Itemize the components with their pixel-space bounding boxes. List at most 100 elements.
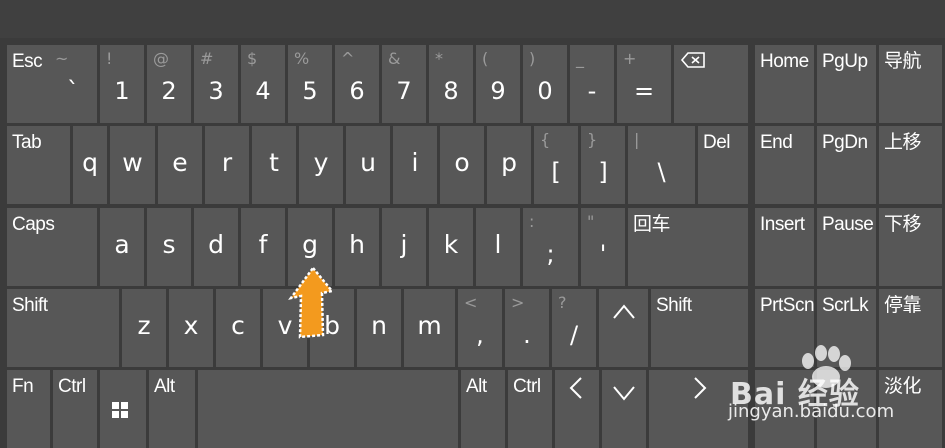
key-7[interactable]: & 7 (382, 45, 426, 123)
key-scrlk[interactable]: ScrLk (817, 289, 876, 367)
key-f[interactable]: f (241, 208, 285, 286)
key-fade[interactable]: 淡化 (879, 370, 942, 448)
key-shift-char: # (200, 49, 214, 68)
key-w[interactable]: w (110, 126, 155, 204)
key-nav-4-0[interactable] (755, 370, 814, 448)
key-y[interactable]: y (299, 126, 343, 204)
key-del[interactable]: Del (698, 126, 748, 204)
key-move-up[interactable]: 上移 (879, 126, 942, 204)
key-pause[interactable]: Pause (817, 208, 876, 286)
key-shift-char: ) (529, 49, 536, 68)
key-period[interactable]: >. (505, 289, 549, 367)
key-nav[interactable]: 导航 (879, 45, 942, 123)
key-nav-4-1[interactable] (817, 370, 876, 448)
key-3[interactable]: #3 (194, 45, 238, 123)
key-m[interactable]: m (404, 289, 455, 367)
key-5[interactable]: % 5 (288, 45, 332, 123)
key-o[interactable]: o (440, 126, 484, 204)
key-n[interactable]: n (357, 289, 401, 367)
key-char: d (208, 230, 224, 259)
key-l[interactable]: l (476, 208, 520, 286)
key-fn[interactable]: Fn (7, 370, 50, 448)
key-char: 9 (490, 77, 506, 105)
key-right-alt[interactable]: Alt (461, 370, 505, 448)
key-label: PgDn (822, 132, 868, 153)
key-char: u (360, 148, 376, 177)
key-0[interactable]: ) 0 (523, 45, 567, 123)
key-t[interactable]: t (252, 126, 296, 204)
key-comma[interactable]: <, (458, 289, 502, 367)
key-p[interactable]: p (487, 126, 531, 204)
key-k[interactable]: k (429, 208, 473, 286)
key-semicolon[interactable]: :; (523, 208, 578, 286)
key-right-bracket[interactable]: }] (581, 126, 625, 204)
key-shift-char: { (540, 130, 551, 149)
key-h[interactable]: h (335, 208, 379, 286)
key-backtick[interactable]: ~ ` (49, 45, 97, 123)
key-slash[interactable]: ? / (552, 289, 596, 367)
key-left-ctrl[interactable]: Ctrl (53, 370, 97, 448)
key-left-bracket[interactable]: {[ (534, 126, 578, 204)
key-1[interactable]: ! 1 (100, 45, 144, 123)
key-row1-14[interactable] (674, 45, 748, 123)
key-char: . (523, 321, 531, 349)
key-j[interactable]: j (382, 208, 426, 286)
key-r[interactable]: r (205, 126, 249, 204)
key-pgup[interactable]: PgUp (817, 45, 876, 123)
key-d[interactable]: d (194, 208, 238, 286)
key-label: 回车 (633, 214, 671, 235)
key-a[interactable]: a (100, 208, 144, 286)
key-dock[interactable]: 停靠 (879, 289, 942, 367)
key-left-shift[interactable]: Shift (7, 289, 119, 367)
key-label: 上移 (884, 132, 922, 153)
key-home[interactable]: Home (755, 45, 814, 123)
key-6[interactable]: ^ 6 (335, 45, 379, 123)
key-pgdn[interactable]: PgDn (817, 126, 876, 204)
key-shift-char: @ (153, 49, 169, 68)
key-char: z (137, 311, 151, 340)
key-right-ctrl[interactable]: Ctrl (508, 370, 552, 448)
key-space[interactable] (198, 370, 458, 448)
key-8[interactable]: * 8 (429, 45, 473, 123)
key-4[interactable]: $4 (241, 45, 285, 123)
key-e[interactable]: e (158, 126, 202, 204)
key-left-alt[interactable]: Alt (149, 370, 195, 448)
key-x[interactable]: x (169, 289, 213, 367)
key-enter[interactable]: 回车 (628, 208, 748, 286)
key-arrow-right[interactable] (649, 370, 748, 448)
key-prtscn[interactable]: PrtScn (755, 289, 815, 367)
key-shift-char: ? (558, 293, 567, 312)
key-char: [ (551, 158, 561, 186)
key-i[interactable]: i (393, 126, 437, 204)
key-s[interactable]: s (147, 208, 191, 286)
key-arrow-up[interactable] (599, 289, 648, 367)
key-9[interactable]: (9 (476, 45, 520, 123)
key-z[interactable]: z (122, 289, 166, 367)
key-arrow-left[interactable] (555, 370, 599, 448)
key-char: e (172, 148, 188, 177)
key-char: 5 (302, 77, 318, 105)
key-q[interactable]: q (73, 126, 107, 204)
key-right-shift[interactable]: Shift (651, 289, 748, 367)
key-minus[interactable]: _ - (570, 45, 614, 123)
key-quote[interactable]: " ' (581, 208, 625, 286)
key-tab[interactable]: Tab (7, 126, 70, 204)
key-shift-char: : (529, 212, 535, 231)
key-2[interactable]: @2 (147, 45, 191, 123)
key-move-down[interactable]: 下移 (879, 208, 942, 286)
key-label: 导航 (884, 51, 922, 72)
key-shift-char: * (435, 49, 443, 68)
key-c[interactable]: c (216, 289, 260, 367)
key-row5-2[interactable] (100, 370, 146, 448)
key-char: q (82, 148, 98, 177)
key-u[interactable]: u (346, 126, 390, 204)
key-caps[interactable]: Caps (7, 208, 97, 286)
key-label: PgUp (822, 51, 868, 72)
key-end[interactable]: End (755, 126, 814, 204)
key-insert[interactable]: Insert (755, 208, 814, 286)
key-equals[interactable]: + = (617, 45, 671, 123)
key-arrow-down[interactable] (602, 370, 646, 448)
key-backslash[interactable]: | \ (628, 126, 695, 204)
key-char: 0 (537, 77, 553, 105)
key-shift-char: } (587, 130, 598, 149)
